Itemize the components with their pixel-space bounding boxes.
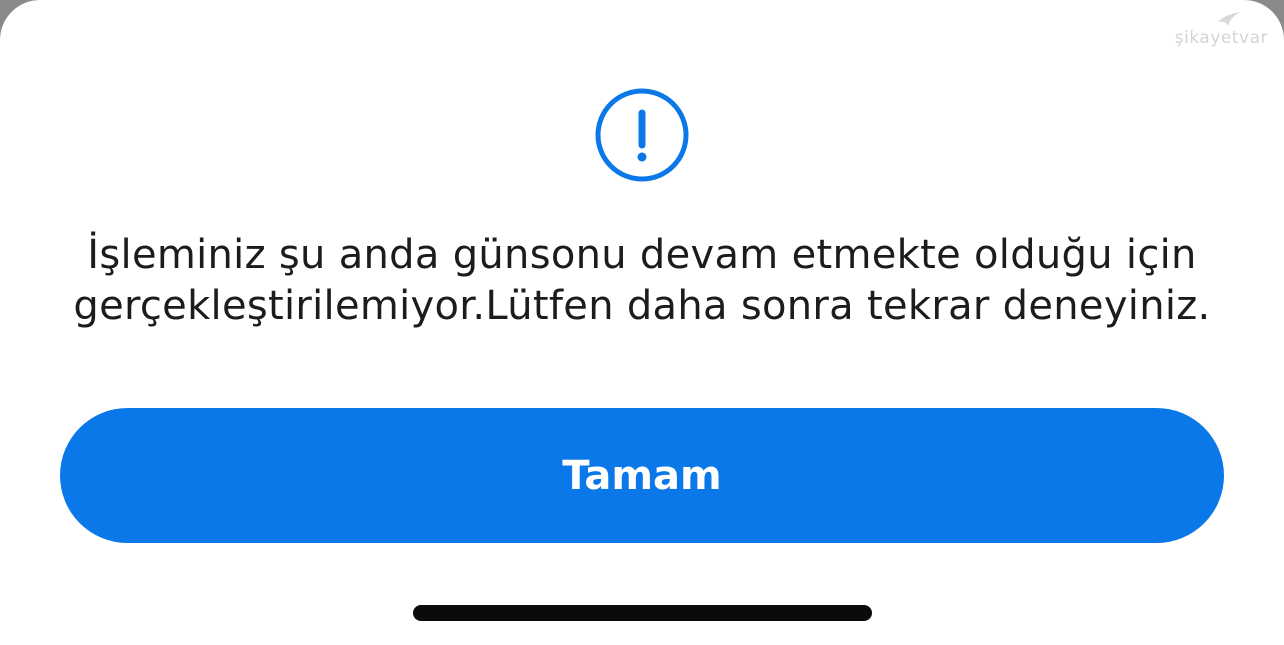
alert-message-line-1: İşleminiz şu anda günsonu devam etmekte … — [87, 232, 1197, 278]
alert-message-line-2: gerçekleştirilemiyor.Lütfen daha sonra t… — [73, 283, 1211, 329]
alert-message: İşleminiz şu anda günsonu devam etmekte … — [40, 230, 1244, 332]
ok-button[interactable]: Tamam — [60, 408, 1224, 543]
bird-logo-icon — [1218, 12, 1240, 26]
watermark-logo-text: şikayetvar — [1174, 28, 1268, 48]
home-indicator[interactable] — [413, 605, 872, 621]
alert-sheet: şikayetvar İşleminiz şu anda günsonu dev… — [0, 0, 1284, 645]
exclamation-circle-icon — [595, 88, 689, 182]
